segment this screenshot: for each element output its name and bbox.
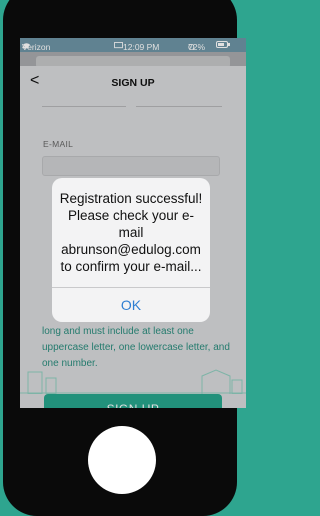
alert-line: Registration successful! [59, 191, 203, 206]
alert-message: Registration successful! Please check yo… [52, 190, 210, 275]
phone-screen: ••• Verizon 12:09 PM ʘ 72% < SIGN UP E-M… [20, 38, 246, 408]
home-button[interactable] [88, 426, 156, 494]
alert-ok-button[interactable]: OK [52, 288, 210, 322]
alert-line: abrunson@edulog.com [61, 242, 201, 257]
alert-dialog: Registration successful! Please check yo… [52, 178, 210, 322]
alert-line: to confirm your e-mail... [60, 259, 202, 274]
alert-line: Please check your e- [67, 208, 195, 223]
alert-line: mail [118, 225, 144, 240]
